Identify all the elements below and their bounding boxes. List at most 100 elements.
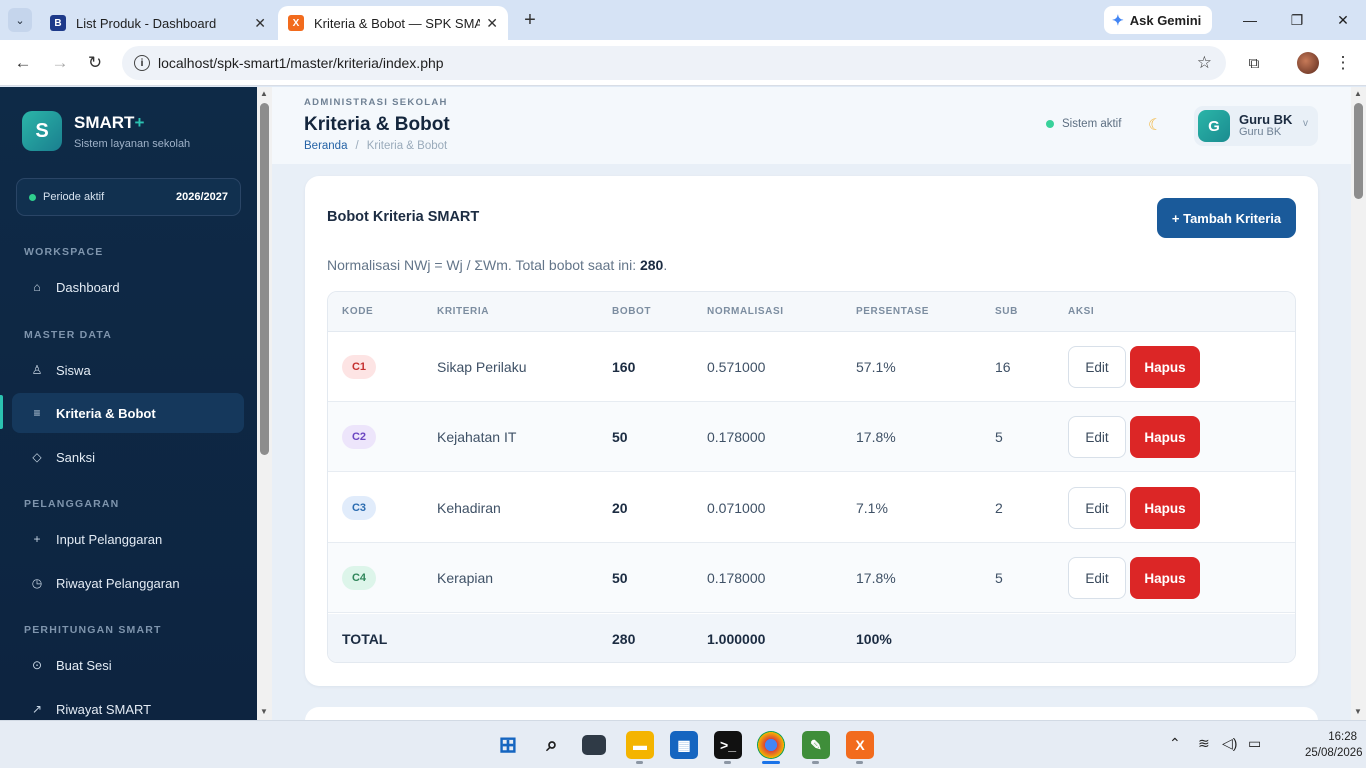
windows-start-icon[interactable]: ⊞ (494, 731, 522, 759)
dashboard-favicon-icon: B (50, 15, 66, 31)
address-bar[interactable]: i localhost/spk-smart1/master/kriteria/i… (122, 46, 1226, 80)
tab-list-produk[interactable]: B List Produk - Dashboard ✕ (40, 6, 276, 40)
sidebar-item-sanksi[interactable]: ◇ Sanksi (12, 437, 244, 477)
restore-button[interactable]: ❐ (1282, 8, 1312, 32)
site-info-icon[interactable]: i (134, 55, 150, 71)
delete-button[interactable]: Hapus (1130, 416, 1200, 458)
total-percentage: 100% (856, 631, 892, 647)
section-workspace: WORKSPACE (24, 246, 104, 258)
close-icon[interactable]: ✕ (486, 15, 498, 32)
edit-button[interactable]: Edit (1068, 487, 1126, 529)
sidebar-item-buat-sesi[interactable]: ⊙ Buat Sesi (12, 645, 244, 685)
search-icon[interactable]: ⌕ (538, 731, 566, 759)
brand-name: SMART+ (74, 113, 145, 132)
column-header: AKSI (1068, 306, 1095, 317)
next-card (305, 707, 1318, 720)
section-master-data: MASTER DATA (24, 329, 113, 341)
user-role: Guru BK (1239, 126, 1282, 138)
sidebar-item-riwayat-smart[interactable]: ↗ Riwayat SMART (12, 689, 244, 720)
wifi-icon[interactable]: ≋ (1198, 735, 1210, 752)
scroll-up-icon[interactable]: ▲ (260, 89, 268, 98)
add-criteria-button[interactable]: + Tambah Kriteria (1157, 198, 1296, 238)
active-indicator (0, 395, 3, 429)
sidebar-scrollbar[interactable]: ▲ ▼ (257, 87, 272, 720)
scroll-down-icon[interactable]: ▼ (260, 707, 268, 716)
close-icon[interactable]: ✕ (254, 15, 266, 32)
ask-gemini-button[interactable]: ✦ Ask Gemini (1104, 6, 1212, 34)
percentage-value: 57.1% (856, 359, 896, 375)
browser-menu-icon[interactable]: ⋮ (1331, 51, 1355, 75)
sidebar: S SMART+ Sistem layanan sekolah Periode … (0, 87, 257, 720)
edit-button[interactable]: Edit (1068, 346, 1126, 388)
sidebar-item-input-pelanggaran[interactable]: + Input Pelanggaran (12, 519, 244, 559)
page-title: Kriteria & Bobot (304, 114, 450, 135)
sidebar-item-siswa[interactable]: ♙ Siswa (12, 350, 244, 390)
plus-icon: + (33, 532, 41, 546)
user-menu[interactable]: G Guru BK Guru BK v (1194, 106, 1318, 146)
table-row: C2 Kejahatan IT 50 0.178000 17.8% 5 Edit… (328, 402, 1295, 472)
weight-value: 50 (612, 429, 628, 445)
scrollbar-thumb[interactable] (260, 103, 269, 455)
sidebar-item-label: Riwayat SMART (56, 701, 152, 717)
volume-icon[interactable]: ◁) (1222, 735, 1237, 752)
extensions-icon[interactable]: ⧉ (1242, 51, 1266, 75)
edit-button[interactable]: Edit (1068, 557, 1126, 599)
gemini-icon: ✦ (1112, 11, 1124, 28)
delete-button[interactable]: Hapus (1130, 346, 1200, 388)
browser-toolbar: ← → ↻ i localhost/spk-smart1/master/krit… (0, 40, 1366, 86)
active-period-box: Periode aktif 2026/2027 (16, 178, 241, 216)
user-info: Guru BK Guru BK (1239, 113, 1292, 139)
criteria-name: Kejahatan IT (437, 429, 517, 445)
code-badge: C1 (342, 355, 376, 379)
diamond-icon: ◇ (32, 450, 42, 464)
sub-count: 2 (995, 500, 1003, 516)
xampp-icon[interactable]: X (846, 731, 874, 759)
breadcrumb-separator: / (355, 140, 359, 152)
back-button[interactable]: ← (11, 51, 35, 75)
bookmark-star-icon[interactable]: ☆ (1197, 53, 1212, 73)
terminal-icon[interactable]: >_ (714, 731, 742, 759)
new-tab-button[interactable]: + (518, 8, 542, 32)
task-view-icon[interactable] (582, 735, 606, 755)
reload-button[interactable]: ↻ (83, 51, 107, 75)
tab-kriteria-bobot[interactable]: X Kriteria & Bobot — SPK SMART ✕ (278, 6, 508, 40)
close-window-button[interactable]: ✕ (1328, 8, 1358, 32)
battery-icon[interactable]: ▭ (1248, 735, 1261, 752)
sidebar-item-riwayat-pelanggaran[interactable]: ◷ Riwayat Pelanggaran (12, 563, 244, 603)
system-clock[interactable]: 16:28 25/08/2026 (1305, 729, 1363, 761)
moon-icon[interactable]: ☾ (1148, 115, 1162, 135)
chrome-icon[interactable] (757, 731, 785, 759)
list-icon: ≡ (33, 406, 41, 420)
delete-button[interactable]: Hapus (1130, 487, 1200, 529)
criteria-table: KODE KRITERIA BOBOT NORMALISASI PERSENTA… (327, 291, 1296, 663)
clock-icon: ◷ (31, 576, 43, 590)
tab-title: List Produk - Dashboard (76, 15, 217, 31)
tray-chevron-up-icon[interactable]: ⌃ (1169, 735, 1181, 752)
sidebar-item-kriteria-bobot[interactable]: ≡ Kriteria & Bobot (12, 393, 244, 433)
scrollbar-thumb[interactable] (1354, 103, 1363, 199)
page-scrollbar[interactable]: ▲ ▼ (1351, 87, 1366, 720)
status-dot-icon (29, 193, 36, 201)
main-content: ADMINISTRASI SEKOLAH Kriteria & Bobot Be… (272, 87, 1351, 720)
delete-button[interactable]: Hapus (1130, 557, 1200, 599)
page-header: ADMINISTRASI SEKOLAH Kriteria & Bobot Be… (272, 87, 1351, 164)
status-dot-icon (1046, 120, 1054, 128)
tab-search-button[interactable]: ⌄ (8, 8, 32, 32)
file-explorer-icon[interactable]: ▬ (626, 731, 654, 759)
scroll-down-icon[interactable]: ▼ (1354, 707, 1362, 716)
criteria-name: Sikap Perilaku (437, 359, 527, 375)
profile-avatar[interactable] (1297, 52, 1319, 74)
normalization-value: 0.178000 (707, 429, 766, 445)
period-value: 2026/2027 (176, 191, 228, 203)
breadcrumb-home-link[interactable]: Beranda (304, 140, 347, 152)
weight-value: 20 (612, 500, 628, 516)
criteria-name: Kehadiran (437, 500, 501, 516)
running-indicator (812, 761, 819, 764)
minimize-button[interactable]: — (1235, 8, 1265, 32)
forward-button[interactable]: → (48, 51, 72, 75)
notepad-icon[interactable]: ✎ (802, 731, 830, 759)
store-icon[interactable]: ▦ (670, 731, 698, 759)
scroll-up-icon[interactable]: ▲ (1354, 89, 1362, 98)
edit-button[interactable]: Edit (1068, 416, 1126, 458)
sidebar-item-dashboard[interactable]: ⌂ Dashboard (12, 267, 244, 307)
